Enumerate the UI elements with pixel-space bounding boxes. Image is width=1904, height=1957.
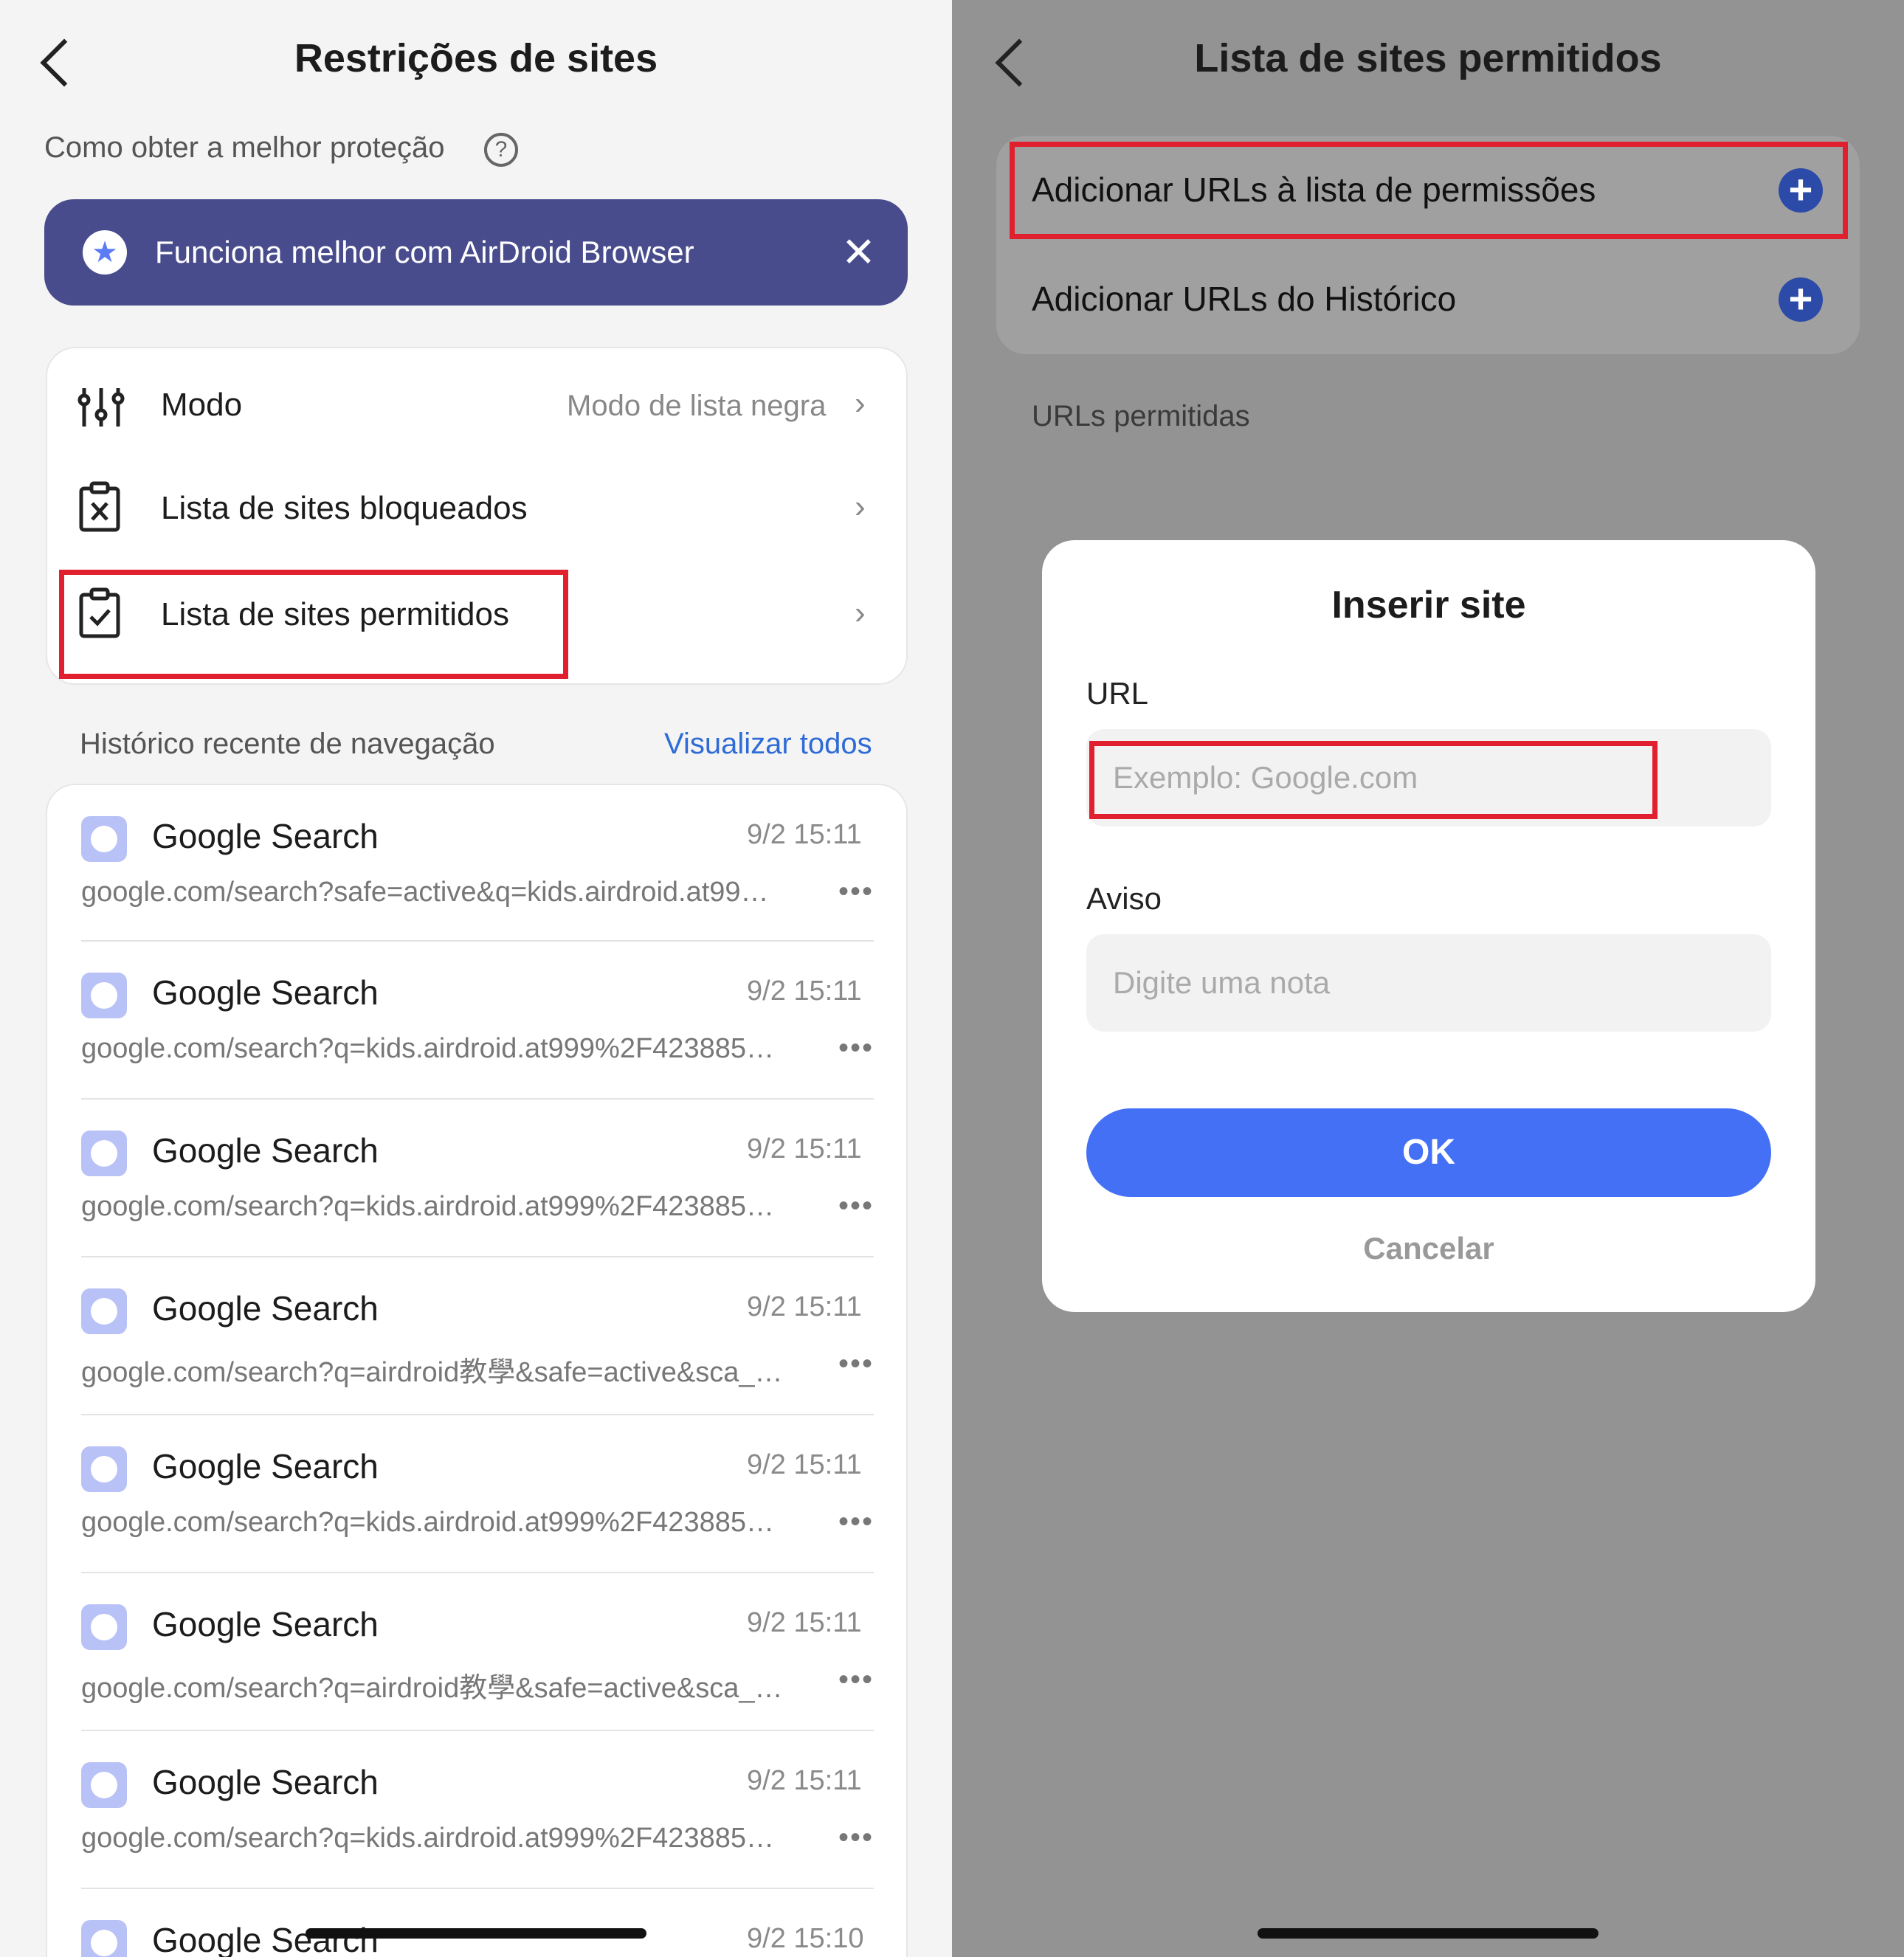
history-time: 9/2 15:11	[747, 819, 862, 850]
history-item[interactable]: Google Search 9/2 15:11 google.com/searc…	[47, 1101, 906, 1259]
mode-value: Modo de lista negra	[567, 390, 827, 422]
divider	[81, 1414, 874, 1415]
divider	[81, 1256, 874, 1257]
mode-row[interactable]: Modo Modo de lista negra ›	[47, 348, 906, 455]
divider	[81, 1888, 874, 1889]
history-item[interactable]: Google Search 9/2 15:11 google.com/searc…	[47, 943, 906, 1101]
close-icon[interactable]: ✕	[841, 232, 876, 273]
history-time: 9/2 15:10	[747, 1923, 864, 1954]
history-title: Google Search	[152, 817, 379, 855]
mode-label: Modo	[161, 387, 243, 423]
history-title: Google Search	[152, 1447, 379, 1485]
history-card: Google Search 9/2 15:11 google.com/searc…	[46, 784, 908, 1957]
history-title: Google Search	[152, 1605, 379, 1643]
history-item[interactable]: Google Search 9/2 15:10	[47, 1891, 906, 1957]
blocked-sites-label: Lista de sites bloqueados	[161, 490, 528, 526]
chevron-right-icon: ›	[855, 385, 866, 421]
home-indicator	[1258, 1928, 1598, 1939]
page-title: Restrições de sites	[294, 36, 658, 80]
add-from-history-row[interactable]: Adicionar URLs do Histórico +	[996, 245, 1860, 354]
history-title: Google Search	[152, 1921, 379, 1957]
add-from-history-label: Adicionar URLs do Histórico	[1032, 280, 1457, 318]
sliders-icon	[77, 388, 125, 427]
more-icon[interactable]: •••	[838, 1190, 874, 1223]
insert-site-dialog: Inserir site URL Exemplo: Google.com Avi…	[1042, 540, 1815, 1312]
help-icon[interactable]: ?	[484, 133, 518, 167]
note-label: Aviso	[1086, 881, 1162, 916]
page-title: Lista de sites permitidos	[1194, 36, 1662, 80]
history-url: google.com/search?q=airdroid教學&safe=acti…	[81, 1357, 783, 1388]
history-item[interactable]: Google Search 9/2 15:11 google.com/searc…	[47, 1259, 906, 1417]
history-item[interactable]: Google Search 9/2 15:11 google.com/searc…	[47, 785, 906, 943]
divider	[81, 1572, 874, 1573]
browser-icon	[81, 1446, 127, 1492]
clipboard-x-icon	[79, 481, 120, 532]
history-title: Google Search	[152, 973, 379, 1012]
url-label: URL	[1086, 676, 1149, 711]
blocked-sites-row[interactable]: Lista de sites bloqueados ›	[47, 455, 906, 561]
more-icon[interactable]: •••	[838, 1663, 874, 1697]
history-title: Google Search	[152, 1131, 379, 1170]
history-url: google.com/search?q=kids.airdroid.at999%…	[81, 1507, 774, 1538]
protection-hint[interactable]: Como obter a melhor proteção	[44, 131, 445, 165]
history-time: 9/2 15:11	[747, 976, 862, 1007]
divider	[81, 940, 874, 942]
star-icon: ★	[83, 230, 127, 275]
note-input[interactable]: Digite uma nota	[1086, 934, 1771, 1032]
highlight-allowed-sites	[59, 570, 568, 679]
home-indicator	[306, 1928, 646, 1939]
history-title: Google Search	[152, 1763, 379, 1801]
history-item[interactable]: Google Search 9/2 15:11 google.com/searc…	[47, 1733, 906, 1891]
more-icon[interactable]: •••	[838, 1821, 874, 1854]
banner-text: Funciona melhor com AirDroid Browser	[155, 235, 694, 269]
browser-icon	[81, 1762, 127, 1808]
browser-icon	[81, 1920, 127, 1957]
chevron-right-icon: ›	[855, 489, 866, 525]
history-url: google.com/search?safe=active&q=kids.air…	[81, 877, 769, 908]
more-icon[interactable]: •••	[838, 1032, 874, 1065]
history-time: 9/2 15:11	[747, 1449, 862, 1480]
browser-icon	[81, 1131, 127, 1176]
site-restrictions-screen: Restrições de sites Como obter a melhor …	[0, 0, 952, 1957]
more-icon[interactable]: •••	[838, 1505, 874, 1539]
browser-icon	[81, 1604, 127, 1650]
history-section-label: Histórico recente de navegação	[80, 728, 495, 760]
history-url: google.com/search?q=kids.airdroid.at999%…	[81, 1033, 774, 1064]
browser-icon	[81, 816, 127, 862]
history-item[interactable]: Google Search 9/2 15:11 google.com/searc…	[47, 1575, 906, 1733]
history-url: google.com/search?q=airdroid教學&safe=acti…	[81, 1673, 783, 1704]
plus-icon[interactable]: +	[1779, 277, 1823, 322]
airdroid-browser-banner[interactable]: ★ Funciona melhor com AirDroid Browser ✕	[44, 199, 908, 306]
browser-icon	[81, 973, 127, 1018]
dialog-title: Inserir site	[1331, 584, 1526, 627]
divider	[81, 1730, 874, 1731]
more-icon[interactable]: •••	[838, 1347, 874, 1381]
ok-button[interactable]: OK	[1086, 1108, 1771, 1197]
more-icon[interactable]: •••	[838, 875, 874, 908]
cancel-button[interactable]: Cancelar	[1042, 1231, 1815, 1266]
chevron-right-icon: ›	[855, 595, 866, 631]
allowed-urls-label: URLs permitidas	[1032, 400, 1250, 432]
history-url: google.com/search?q=kids.airdroid.at999%…	[81, 1191, 774, 1222]
allowed-sites-screen: Lista de sites permitidos Adicionar URLs…	[952, 0, 1904, 1957]
history-time: 9/2 15:11	[747, 1765, 862, 1796]
history-title: Google Search	[152, 1289, 379, 1328]
history-url: google.com/search?q=kids.airdroid.at999%…	[81, 1823, 774, 1854]
note-placeholder: Digite uma nota	[1113, 965, 1331, 1000]
divider	[81, 1098, 874, 1100]
highlight-add-whitelist	[1010, 142, 1848, 239]
view-all-link[interactable]: Visualizar todos	[664, 728, 872, 761]
history-time: 9/2 15:11	[747, 1607, 862, 1638]
highlight-url-input	[1089, 741, 1658, 819]
browser-icon	[81, 1288, 127, 1334]
history-time: 9/2 15:11	[747, 1291, 862, 1322]
history-time: 9/2 15:11	[747, 1133, 862, 1164]
history-item[interactable]: Google Search 9/2 15:11 google.com/searc…	[47, 1417, 906, 1575]
